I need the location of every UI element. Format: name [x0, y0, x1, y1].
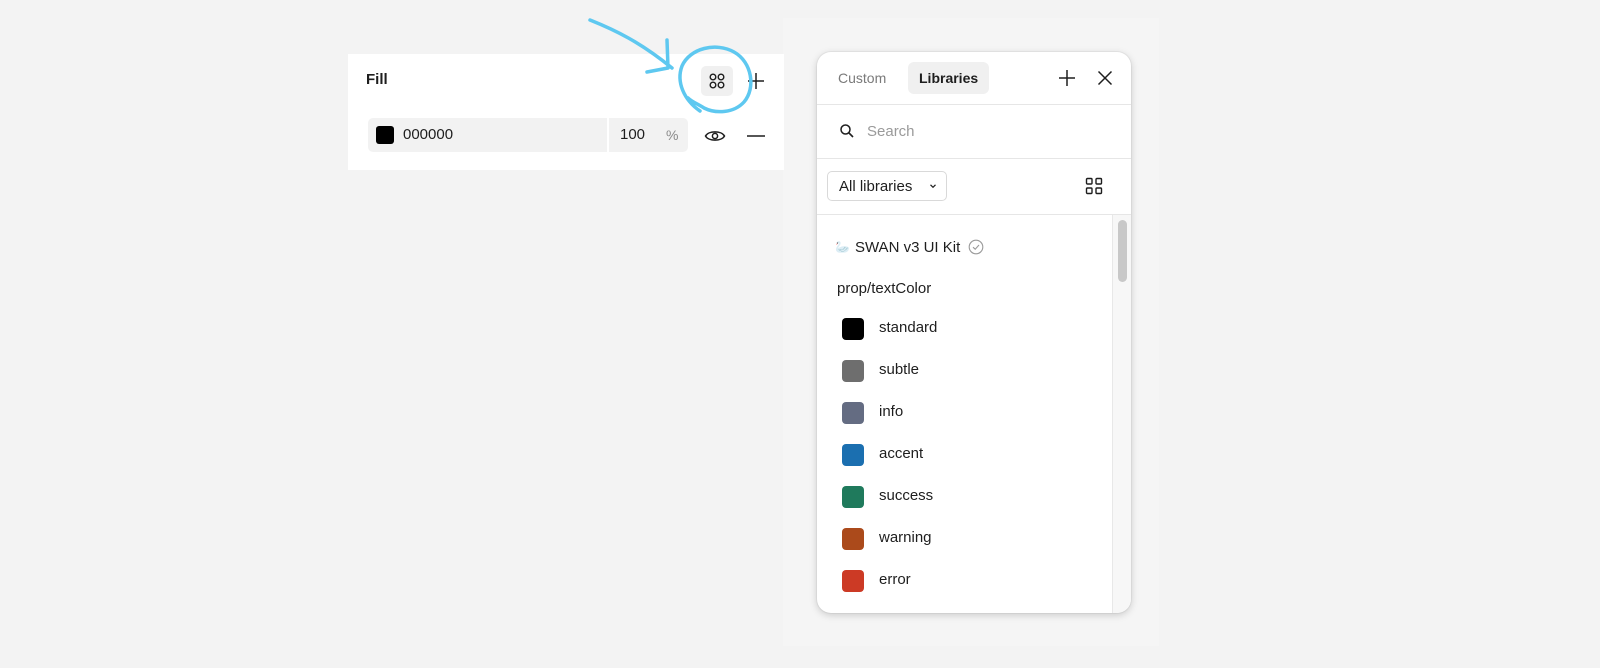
- scrollbar[interactable]: [1112, 215, 1131, 613]
- tab-libraries[interactable]: Libraries: [908, 62, 990, 94]
- styles-grid-icon: [709, 73, 725, 89]
- style-swatch: [842, 360, 864, 382]
- opacity-unit: %: [666, 127, 679, 143]
- fill-color-swatch[interactable]: [376, 126, 394, 144]
- style-label: warning: [879, 529, 932, 546]
- style-item[interactable]: standard: [827, 312, 1103, 346]
- search-input[interactable]: [867, 118, 1107, 144]
- field-divider: [607, 118, 609, 152]
- style-swatch: [842, 570, 864, 592]
- library-emoji: 🦢: [835, 240, 850, 254]
- grid-view-icon: [1085, 177, 1103, 195]
- plus-icon: [1059, 70, 1075, 86]
- style-item[interactable]: warning: [827, 522, 1103, 556]
- opacity-field[interactable]: 100: [620, 126, 645, 143]
- fill-color-row[interactable]: 000000 100 %: [368, 118, 688, 152]
- style-picker-button[interactable]: [701, 66, 733, 96]
- style-library-popover: Custom Libraries All libraries: [817, 52, 1131, 613]
- fill-panel: Fill 000000 100 %: [348, 54, 784, 170]
- style-item[interactable]: subtle: [827, 354, 1103, 388]
- style-swatch: [842, 486, 864, 508]
- style-label: info: [879, 403, 904, 420]
- style-label: success: [879, 487, 934, 504]
- scrollbar-thumb[interactable]: [1118, 220, 1127, 282]
- grid-view-toggle[interactable]: [1084, 176, 1104, 196]
- style-item[interactable]: success: [827, 480, 1103, 514]
- style-swatch: [842, 318, 864, 340]
- eye-icon: [704, 131, 726, 141]
- remove-fill-button[interactable]: [744, 125, 768, 147]
- style-swatch: [842, 444, 864, 466]
- style-list: 🦢 SWAN v3 UI Kit prop/textColor standard…: [817, 215, 1113, 613]
- tab-custom[interactable]: Custom: [827, 62, 897, 94]
- library-filter-row: All libraries: [817, 159, 1131, 215]
- style-label: accent: [879, 445, 924, 462]
- style-group-name: prop/textColor: [837, 280, 932, 297]
- search-bar: [817, 104, 1131, 159]
- library-header[interactable]: 🦢 SWAN v3 UI Kit: [835, 237, 984, 257]
- close-popover-button[interactable]: [1093, 66, 1117, 90]
- chevron-down-icon: [930, 184, 936, 189]
- fill-section-title: Fill: [366, 71, 388, 88]
- close-icon: [1097, 70, 1113, 86]
- plus-icon: [748, 73, 764, 89]
- style-label: standard: [879, 319, 938, 336]
- add-fill-button[interactable]: [743, 68, 769, 94]
- search-icon: [839, 123, 855, 139]
- hex-value-field[interactable]: 000000: [403, 126, 453, 143]
- style-item[interactable]: accent: [827, 438, 1103, 472]
- popover-header: Custom Libraries: [817, 52, 1131, 105]
- toggle-visibility-button[interactable]: [703, 125, 727, 147]
- style-label: subtle: [879, 361, 920, 378]
- style-item[interactable]: info: [827, 396, 1103, 430]
- minus-icon: [747, 135, 765, 137]
- create-style-button[interactable]: [1055, 66, 1079, 90]
- verified-check-icon: [968, 239, 984, 255]
- style-swatch: [842, 528, 864, 550]
- style-swatch: [842, 402, 864, 424]
- style-item[interactable]: error: [827, 564, 1103, 598]
- library-filter-dropdown[interactable]: All libraries: [827, 171, 947, 201]
- style-label: error: [879, 571, 911, 588]
- library-filter-value: All libraries: [839, 178, 913, 195]
- library-name: SWAN v3 UI Kit: [854, 238, 961, 256]
